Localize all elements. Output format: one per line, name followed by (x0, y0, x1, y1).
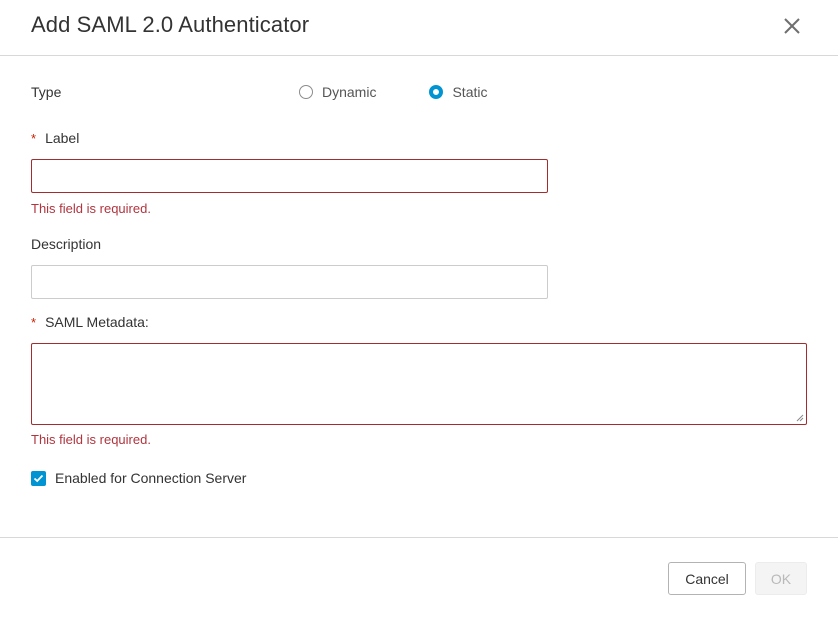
radio-static[interactable]: Static (429, 84, 487, 100)
enabled-checkbox[interactable] (31, 470, 46, 486)
add-saml-authenticator-dialog: Add SAML 2.0 Authenticator Type Dynamic … (0, 0, 838, 620)
dialog-footer: Cancel OK (0, 537, 838, 620)
dialog-title: Add SAML 2.0 Authenticator (31, 12, 310, 37)
metadata-field-label: * SAML Metadata: (31, 314, 149, 330)
description-input[interactable] (31, 265, 548, 299)
label-field-label: * Label (31, 130, 79, 146)
resize-grip-icon[interactable] (796, 414, 804, 422)
radio-static-circle[interactable] (429, 85, 444, 99)
radio-dynamic-label: Dynamic (322, 84, 377, 100)
close-button[interactable] (778, 12, 806, 40)
enabled-checkbox-row[interactable]: Enabled for Connection Server (31, 470, 246, 486)
cancel-button[interactable]: Cancel (668, 562, 746, 595)
label-field-label-text: Label (45, 130, 80, 146)
description-field-label: Description (31, 236, 102, 252)
type-label: Type (31, 84, 62, 100)
metadata-error-message: This field is required. (31, 432, 151, 447)
metadata-field-label-text: SAML Metadata: (45, 314, 149, 330)
radio-dynamic-circle[interactable] (299, 85, 313, 99)
label-input[interactable] (31, 159, 548, 193)
radio-dynamic[interactable]: Dynamic (299, 84, 376, 100)
type-radio-group: Dynamic Static (299, 84, 487, 100)
ok-button[interactable]: OK (755, 562, 807, 595)
radio-static-label: Static (452, 84, 488, 100)
required-marker: * (31, 315, 37, 330)
checkmark-icon (33, 474, 44, 482)
label-error-message: This field is required. (31, 201, 151, 216)
enabled-checkbox-label: Enabled for Connection Server (55, 470, 247, 486)
close-icon (784, 18, 800, 34)
saml-metadata-textarea[interactable] (31, 343, 807, 425)
dialog-header: Add SAML 2.0 Authenticator (0, 0, 838, 56)
required-marker: * (31, 131, 37, 146)
